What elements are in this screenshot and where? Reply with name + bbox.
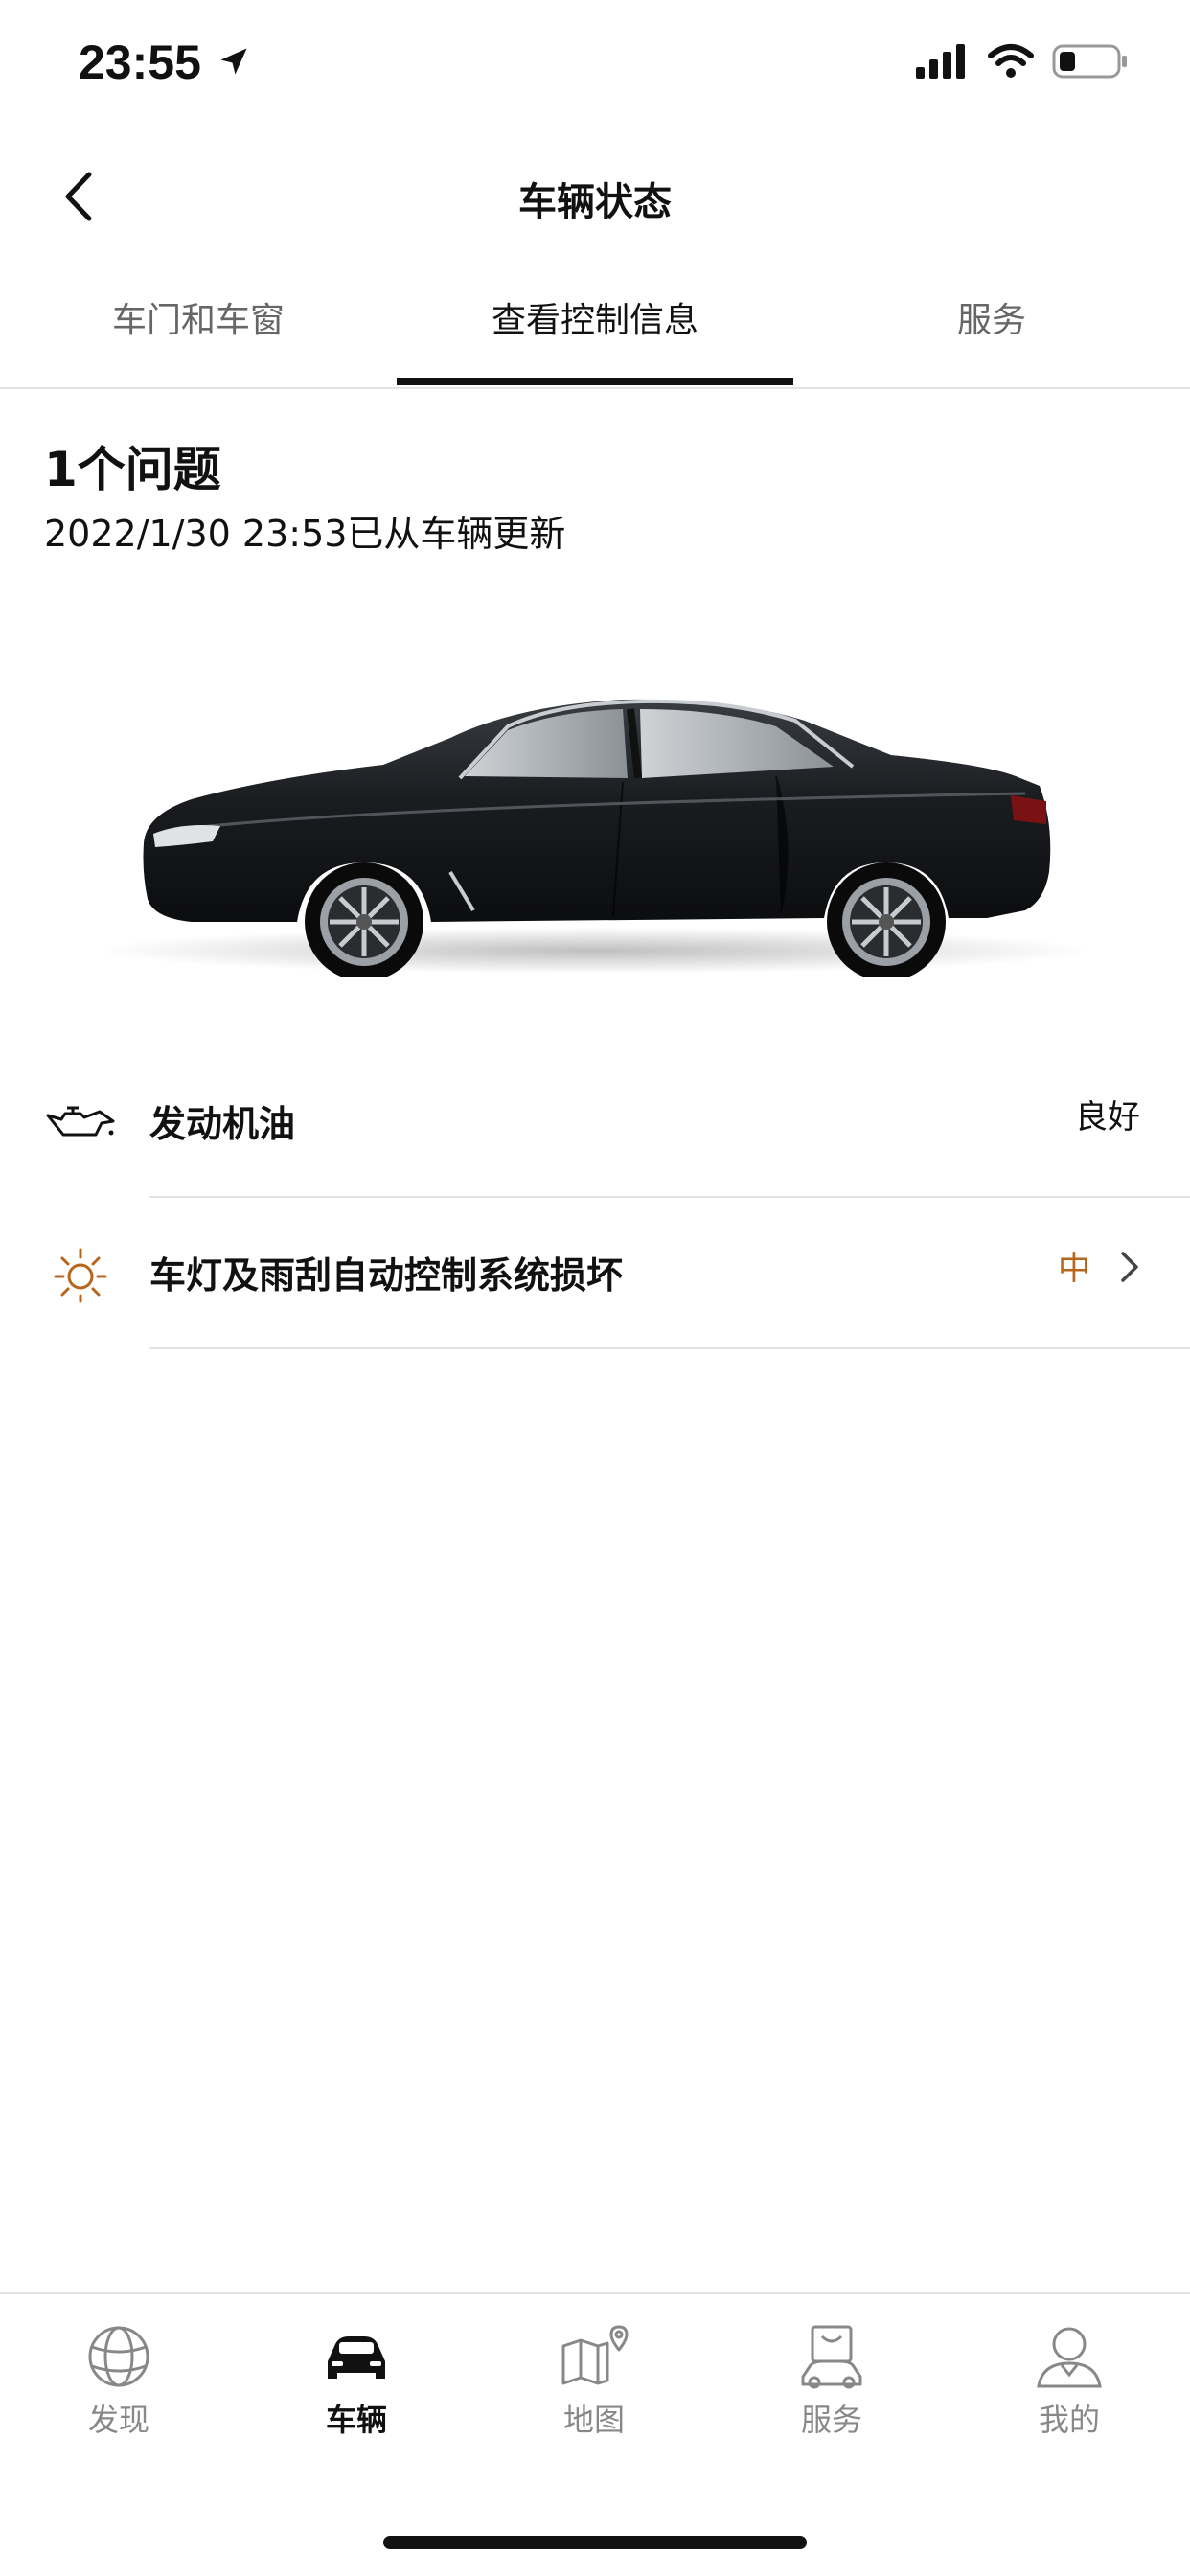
car-icon xyxy=(328,2336,385,2379)
page-title: 车辆状态 xyxy=(518,180,672,224)
nav-label: 我的 xyxy=(1038,2402,1100,2438)
user-icon xyxy=(1037,2327,1102,2388)
tab-service[interactable]: 服务 xyxy=(793,288,1190,383)
nav-label: 发现 xyxy=(87,2402,149,2438)
check-item-label: 车灯及雨刮自动控制系统损坏 xyxy=(149,1254,624,1297)
status-time: 23:55 xyxy=(79,35,201,89)
oil-can-icon xyxy=(46,1106,115,1137)
wifi-icon xyxy=(988,44,1034,78)
tab-check-control[interactable]: 查看控制信息 xyxy=(397,288,793,383)
check-item-engine-oil[interactable]: 发动机油 良好 xyxy=(0,1046,1190,1198)
nav-map[interactable]: 地图 xyxy=(475,2323,713,2440)
tab-bar: 车门和车窗 查看控制信息 服务 xyxy=(0,288,1190,389)
tab-doors-windows[interactable]: 车门和车窗 xyxy=(0,288,397,383)
check-item-light-wiper[interactable]: 车灯及雨刮自动控制系统损坏 中 xyxy=(0,1198,1190,1349)
map-icon xyxy=(561,2325,629,2385)
light-bulb-icon xyxy=(54,1248,107,1303)
battery-icon xyxy=(1052,44,1127,79)
divider xyxy=(149,1347,1190,1349)
location-arrow-icon xyxy=(220,48,247,75)
shopping-bag-icon xyxy=(801,2325,862,2389)
check-item-label: 发动机油 xyxy=(149,1103,296,1145)
nav-label: 服务 xyxy=(800,2402,862,2438)
active-tab-indicator xyxy=(397,378,793,385)
nav-discover[interactable]: 发现 xyxy=(0,2323,238,2440)
chevron-right-icon xyxy=(1121,1252,1138,1282)
nav-label: 地图 xyxy=(562,2402,625,2438)
issues-count: 1个问题 xyxy=(44,442,221,497)
cellular-signal-icon xyxy=(916,44,965,79)
home-indicator xyxy=(383,2536,807,2549)
check-item-status: 良好 xyxy=(1075,1098,1140,1137)
bottom-navigation: 发现 车辆 地图 服务 我的 xyxy=(0,2292,1190,2467)
nav-label: 车辆 xyxy=(325,2402,387,2438)
globe-icon xyxy=(88,2326,149,2387)
last-updated-text: 2022/1/30 23:53已从车辆更新 xyxy=(44,513,566,555)
vehicle-image xyxy=(105,699,1083,978)
nav-vehicle[interactable]: 车辆 xyxy=(238,2323,475,2440)
check-item-severity: 中 xyxy=(1058,1250,1090,1288)
nav-service[interactable]: 服务 xyxy=(713,2323,950,2440)
nav-profile[interactable]: 我的 xyxy=(950,2323,1188,2440)
